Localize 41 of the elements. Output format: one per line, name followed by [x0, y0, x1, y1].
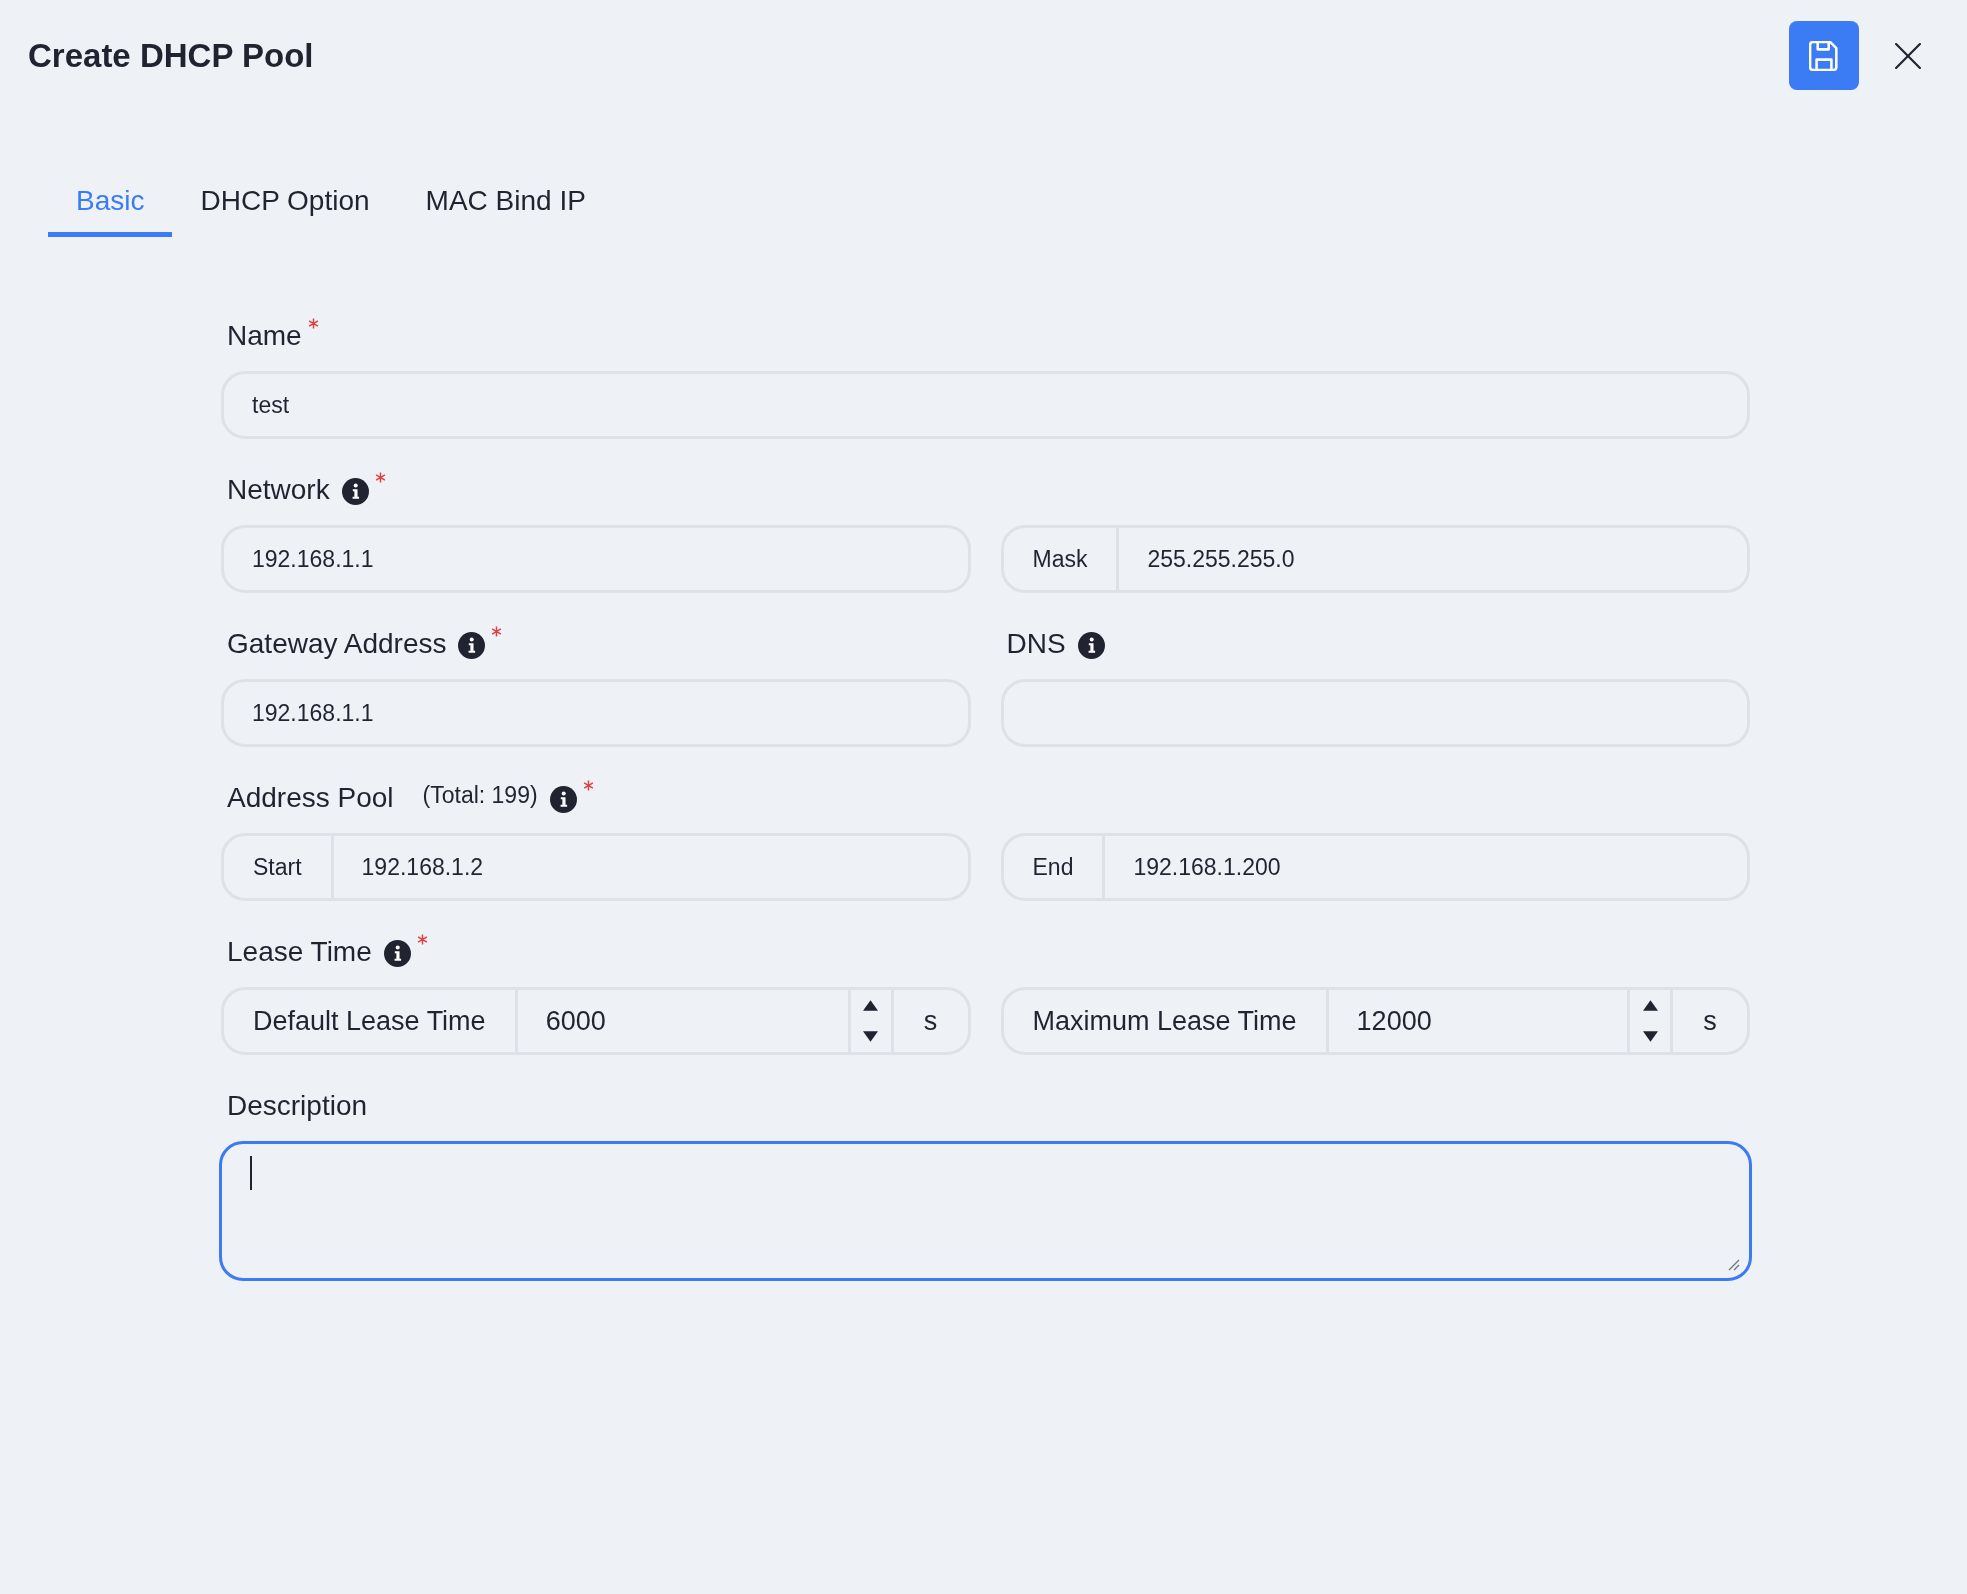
info-icon[interactable]	[383, 940, 411, 967]
field-label: Name	[227, 319, 302, 353]
info-icon[interactable]	[341, 478, 369, 505]
input-field[interactable]: test	[221, 371, 1750, 439]
unit-label: s	[922, 1004, 939, 1038]
field-label: DNS	[1006, 627, 1066, 661]
addon-label: End	[1003, 836, 1106, 898]
addon-label: Default Lease Time	[224, 990, 518, 1052]
tab[interactable]: DHCP Option	[172, 166, 398, 237]
unit-label: s	[1702, 1004, 1718, 1038]
addon-label: Maximum Lease Time	[1003, 990, 1329, 1052]
number-field[interactable]: 6000	[517, 990, 848, 1052]
field-label: Lease Time	[227, 935, 372, 969]
input-field[interactable]: 192.168.1.200	[1105, 836, 1747, 898]
up-triangle-icon	[1642, 1000, 1658, 1011]
save-button[interactable]	[1789, 21, 1859, 90]
resize-grip-icon[interactable]	[1728, 1259, 1740, 1271]
input-field[interactable]: 255.255.255.0	[1119, 528, 1747, 590]
close-icon	[1895, 42, 1921, 69]
save-icon	[1809, 40, 1839, 71]
tab[interactable]: MAC Bind IP	[397, 166, 614, 237]
addon-label: Mask	[1003, 528, 1120, 590]
up-triangle-icon	[863, 1000, 878, 1011]
dialog-title: Create DHCP Pool	[28, 35, 314, 76]
field-label: Description	[227, 1089, 368, 1123]
input-field[interactable]: 192.168.1.2	[333, 836, 968, 898]
field-note: (Total: 199)	[422, 781, 538, 810]
textarea-field[interactable]	[219, 1141, 1752, 1281]
input-field[interactable]: 192.168.1.1	[221, 525, 971, 593]
down-triangle-icon	[863, 1031, 878, 1042]
field-label: Gateway Address	[227, 627, 447, 661]
text-cursor	[250, 1156, 252, 1190]
info-icon[interactable]	[549, 786, 577, 813]
down-triangle-icon	[1642, 1031, 1658, 1042]
field-label: Network	[227, 473, 330, 507]
info-icon[interactable]	[1077, 632, 1105, 659]
info-icon[interactable]	[458, 632, 486, 659]
field-label: Address Pool	[227, 781, 394, 815]
number-field[interactable]: 12000	[1328, 990, 1627, 1052]
input-field[interactable]: 192.168.1.1	[221, 679, 971, 747]
addon-label: Start	[224, 836, 334, 898]
